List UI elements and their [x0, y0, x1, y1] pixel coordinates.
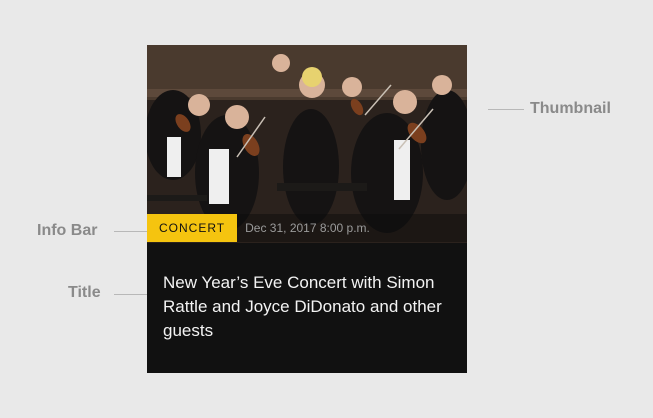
ui-anatomy-diagram: Info Bar Title Thumbnail CONCERT Dec 31,… — [0, 0, 653, 418]
event-card[interactable]: CONCERT Dec 31, 2017 8:00 p.m. New Year’… — [147, 45, 467, 373]
event-datetime: Dec 31, 2017 8:00 p.m. — [245, 221, 370, 235]
thumbnail-leader-line — [488, 109, 524, 110]
info-bar: CONCERT Dec 31, 2017 8:00 p.m. — [147, 214, 467, 242]
event-title[interactable]: New Year’s Eve Concert with Simon Rattle… — [163, 271, 453, 343]
annotation-thumbnail-label: Thumbnail — [530, 100, 611, 117]
annotation-title-label: Title — [68, 284, 101, 301]
category-badge[interactable]: CONCERT — [147, 214, 238, 242]
annotation-info-bar-label: Info Bar — [37, 222, 98, 239]
